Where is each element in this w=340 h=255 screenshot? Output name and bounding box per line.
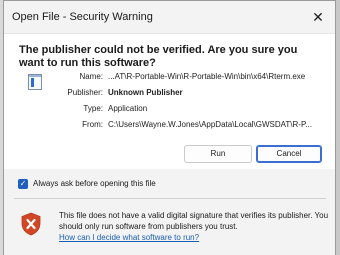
always-ask-checkbox[interactable]: ✓ (18, 179, 28, 189)
divider (14, 198, 326, 199)
warning-message: This file does not have a valid digital … (59, 211, 329, 231)
name-value: ...AT\R-Portable-Win\R-Portable-Win\bin\… (108, 72, 306, 81)
type-label: Type: (83, 104, 103, 113)
security-warning-dialog: Open File - Security Warning ✕ The publi… (3, 0, 336, 255)
always-ask-label[interactable]: Always ask before opening this file (33, 177, 156, 191)
publisher-row: Publisher: Unknown Publisher (4, 86, 335, 100)
type-value: Application (108, 104, 148, 113)
window-title: Open File - Security Warning (12, 11, 153, 23)
from-value: C:\Users\Wayne.W.Jones\AppData\Local\GWS… (108, 120, 312, 129)
name-label: Name: (79, 72, 103, 81)
type-row: Type: Application (4, 102, 335, 116)
publisher-value: Unknown Publisher (108, 88, 183, 97)
shield-warning-icon (21, 212, 41, 236)
close-button[interactable]: ✕ (301, 1, 335, 33)
publisher-label: Publisher: (67, 88, 103, 97)
cancel-button[interactable]: Cancel (256, 145, 322, 163)
name-row: Name: ...AT\R-Portable-Win\R-Portable-Wi… (4, 70, 335, 84)
title-bar: Open File - Security Warning ✕ (4, 1, 335, 33)
from-label: From: (82, 120, 103, 129)
close-icon: ✕ (312, 8, 324, 25)
warning-headline: The publisher could not be verified. Are… (19, 44, 298, 69)
run-button[interactable]: Run (184, 145, 252, 163)
from-row: From: C:\Users\Wayne.W.Jones\AppData\Loc… (4, 118, 335, 132)
background-window-edge-right (336, 0, 340, 255)
help-link[interactable]: How can I decide what software to run? (59, 232, 199, 243)
